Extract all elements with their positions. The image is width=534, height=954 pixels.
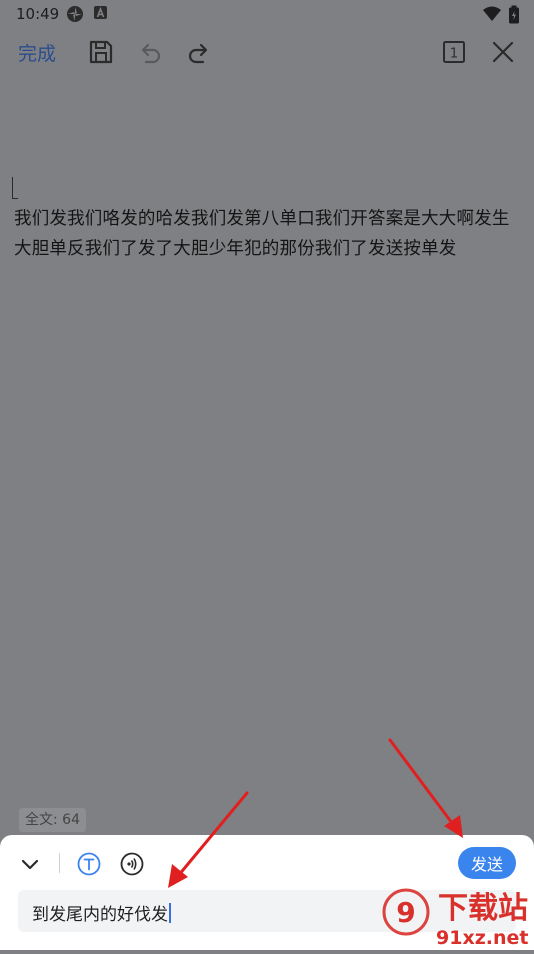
- watermark-domain-text: 91xz.net: [436, 927, 528, 949]
- arrow-to-send: [388, 738, 463, 838]
- arrow-to-input: [168, 791, 249, 888]
- site-watermark-logo: 9 下载站 91xz.net: [380, 878, 534, 950]
- watermark-brand-text: 下载站: [438, 891, 528, 926]
- svg-text:9: 9: [396, 896, 415, 929]
- annotation-arrows: [168, 738, 463, 888]
